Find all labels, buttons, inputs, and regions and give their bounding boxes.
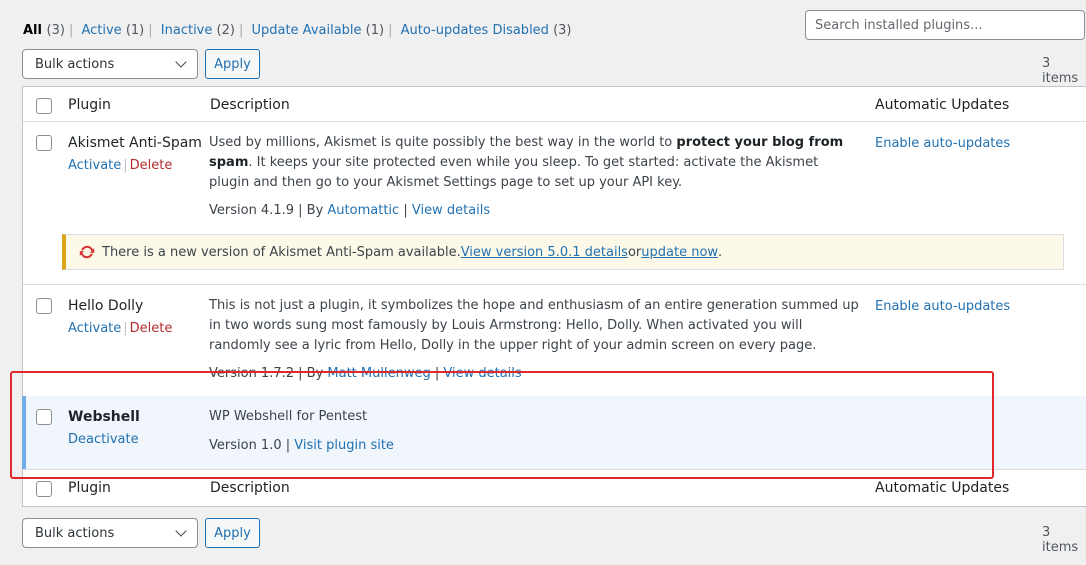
activate-link[interactable]: Activate bbox=[68, 158, 121, 173]
bulk-actions-select-top[interactable]: Bulk actions bbox=[22, 49, 198, 79]
filter-update-available[interactable]: Update Available (1) bbox=[251, 23, 384, 38]
filter-all[interactable]: All (3) bbox=[23, 23, 65, 38]
update-notice-text: . bbox=[718, 244, 723, 260]
update-notice-text: or bbox=[627, 244, 642, 260]
separator: | bbox=[238, 23, 244, 38]
delete-link[interactable]: Delete bbox=[130, 158, 173, 173]
select-all-checkbox-bottom[interactable] bbox=[36, 481, 52, 497]
filter-active-count: (1) bbox=[125, 23, 145, 38]
bulk-actions-label: Bulk actions bbox=[35, 56, 115, 72]
plugin-filter-links: All (3) | Active (1) | Inactive (2) | Updat… bbox=[23, 23, 572, 38]
select-all-checkbox-top[interactable] bbox=[36, 98, 52, 114]
activate-link[interactable]: Activate bbox=[68, 321, 121, 336]
author-link[interactable]: Matt Mullenweg bbox=[327, 366, 430, 381]
update-notice-text: There is a new version of Akismet Anti-S… bbox=[102, 244, 461, 260]
enable-auto-updates-link[interactable]: Enable auto-updates bbox=[875, 299, 1010, 314]
items-count-top: 3 items bbox=[1042, 56, 1079, 86]
filter-inactive-count: (2) bbox=[216, 23, 235, 38]
view-details-link[interactable]: View details bbox=[412, 203, 490, 218]
column-header-plugin: Plugin bbox=[68, 97, 111, 113]
deactivate-link[interactable]: Deactivate bbox=[68, 432, 139, 447]
description-text: . It keeps your site protected even whil… bbox=[209, 155, 819, 190]
separator: | bbox=[388, 23, 393, 38]
plugin-name: Hello Dolly bbox=[68, 298, 144, 314]
filter-inactive-label[interactable]: Inactive bbox=[161, 23, 213, 38]
plugin-meta: Version 1.7.2 | By Matt Mullenweg | View… bbox=[209, 366, 522, 381]
column-footer-description: Description bbox=[210, 480, 290, 496]
column-header-auto-updates: Automatic Updates bbox=[875, 97, 1010, 113]
chevron-down-icon bbox=[175, 56, 187, 68]
row-divider bbox=[23, 469, 1086, 470]
column-footer-auto-updates: Automatic Updates bbox=[875, 480, 1010, 496]
search-plugins-input[interactable] bbox=[805, 10, 1085, 40]
plugin-version: Version 4.1.9 | By bbox=[209, 203, 328, 218]
filter-update-available-label[interactable]: Update Available bbox=[251, 23, 361, 38]
column-header-description: Description bbox=[210, 97, 290, 113]
filter-auto-updates-disabled-label[interactable]: Auto-updates Disabled bbox=[401, 23, 549, 38]
plugin-description: WP Webshell for Pentest bbox=[209, 409, 368, 424]
chevron-down-icon bbox=[175, 525, 187, 537]
view-version-details-link[interactable]: View version 5.0.1 details bbox=[461, 245, 628, 260]
row-actions: Activate | Delete bbox=[68, 321, 172, 336]
filter-active-label[interactable]: Active bbox=[81, 23, 121, 38]
row-actions: Activate | Delete bbox=[68, 158, 172, 173]
author-link[interactable]: Automattic bbox=[327, 203, 399, 218]
plugin-name: Webshell bbox=[68, 409, 140, 425]
filter-all-count: (3) bbox=[46, 23, 65, 38]
plugin-description: This is not just a plugin, it symbolizes… bbox=[209, 298, 859, 353]
bulk-actions-select-bottom[interactable]: Bulk actions bbox=[22, 518, 198, 548]
visit-plugin-site-link[interactable]: Visit plugin site bbox=[294, 438, 394, 453]
apply-button-top[interactable]: Apply bbox=[205, 49, 260, 79]
apply-button-bottom[interactable]: Apply bbox=[205, 518, 260, 548]
filter-update-available-count: (1) bbox=[365, 23, 385, 38]
plugin-meta: Version 1.0 | Visit plugin site bbox=[209, 438, 394, 453]
filter-inactive[interactable]: Inactive (2) bbox=[161, 23, 235, 38]
plugin-checkbox[interactable] bbox=[36, 298, 52, 314]
items-count-bottom: 3 items bbox=[1042, 525, 1079, 555]
view-details-link[interactable]: View details bbox=[443, 366, 521, 381]
plugin-checkbox[interactable] bbox=[36, 135, 52, 151]
separator: | bbox=[68, 23, 74, 38]
plugin-name: Akismet Anti-Spam bbox=[68, 135, 202, 151]
plugin-meta: Version 4.1.9 | By Automattic | View det… bbox=[209, 203, 490, 218]
update-now-link[interactable]: update now bbox=[641, 245, 718, 260]
filter-active[interactable]: Active (1) bbox=[81, 23, 144, 38]
description-text: Used by millions, Akismet is quite possi… bbox=[209, 135, 677, 150]
row-divider bbox=[23, 284, 1086, 285]
separator: | bbox=[123, 321, 128, 336]
header-divider bbox=[23, 121, 1086, 122]
separator: | bbox=[399, 203, 412, 218]
separator: | bbox=[123, 158, 128, 173]
plugin-checkbox[interactable] bbox=[36, 409, 52, 425]
plugin-version: Version 1.7.2 | By bbox=[209, 366, 328, 381]
delete-link[interactable]: Delete bbox=[130, 321, 173, 336]
separator: | bbox=[148, 23, 153, 38]
plugin-description: Used by millions, Akismet is quite possi… bbox=[209, 133, 859, 193]
filter-all-label: All bbox=[23, 23, 42, 38]
column-footer-plugin: Plugin bbox=[68, 480, 111, 496]
update-notice: There is a new version of Akismet Anti-S… bbox=[62, 234, 1064, 270]
filter-auto-updates-disabled[interactable]: Auto-updates Disabled (3) bbox=[401, 23, 572, 38]
plugin-version: Version 1.0 | bbox=[209, 438, 295, 453]
refresh-icon bbox=[79, 245, 95, 259]
separator: | bbox=[430, 366, 444, 381]
enable-auto-updates-link[interactable]: Enable auto-updates bbox=[875, 136, 1010, 151]
filter-auto-updates-disabled-count: (3) bbox=[553, 23, 572, 38]
bulk-actions-label: Bulk actions bbox=[35, 525, 115, 541]
